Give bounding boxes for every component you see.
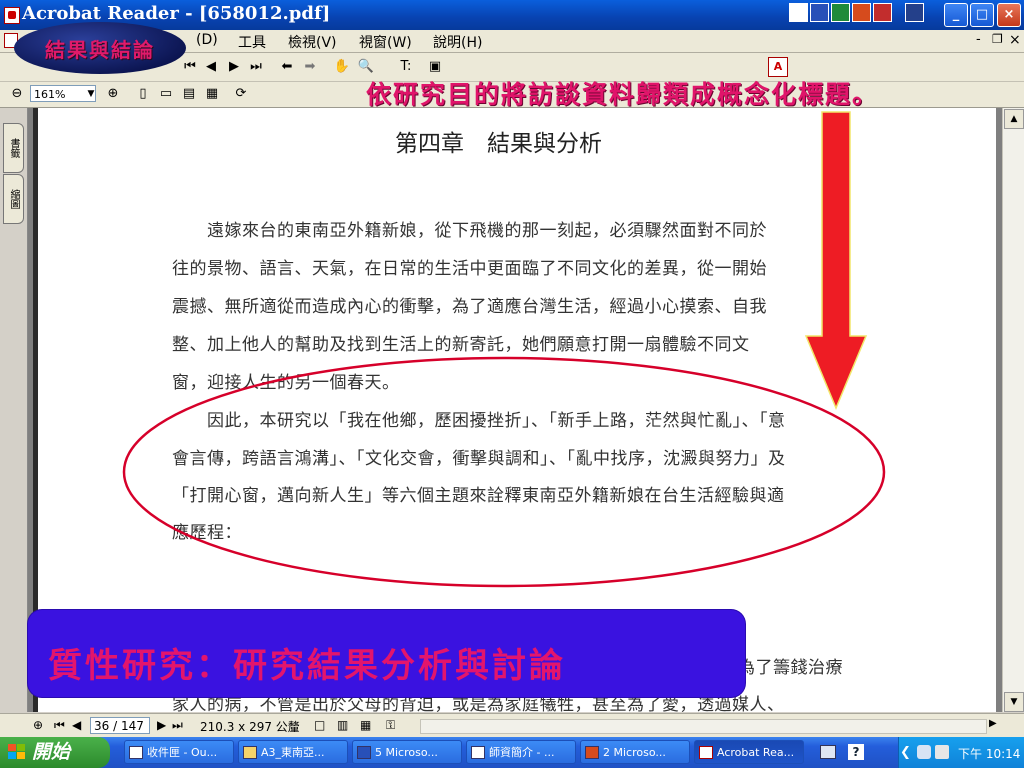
red-arrow-icon [804, 111, 868, 410]
highlight-ellipse [122, 356, 886, 588]
bottom-caption: 質性研究：研究結果分析與討論 [48, 646, 566, 686]
